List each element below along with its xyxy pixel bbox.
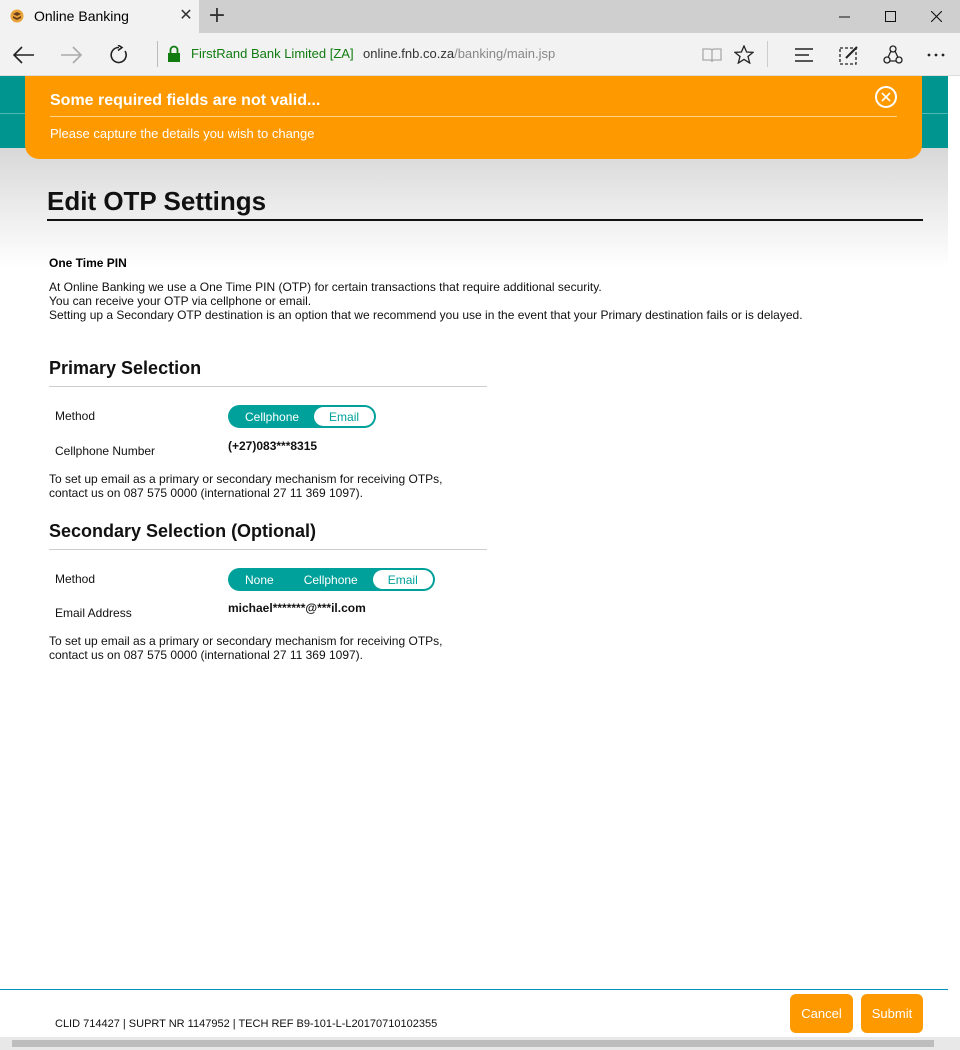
primary-note: To set up email as a primary or secondar… — [49, 472, 442, 500]
secondary-option-cellphone[interactable]: Cellphone — [289, 570, 373, 589]
alert-close-icon[interactable] — [875, 86, 897, 108]
primary-option-cellphone[interactable]: Cellphone — [230, 407, 314, 426]
alert-message: Please capture the details you wish to c… — [50, 126, 315, 141]
note-line: contact us on 087 575 0000 (internationa… — [49, 486, 364, 500]
primary-method-label: Method — [55, 409, 96, 423]
horizontal-scrollbar[interactable] — [0, 1037, 960, 1050]
validation-alert: Some required fields are not valid... Pl… — [25, 76, 922, 159]
primary-selection-title: Primary Selection — [49, 358, 202, 378]
footer-divider — [0, 989, 948, 990]
title-divider — [47, 219, 923, 221]
new-tab-icon[interactable]: + — [206, 3, 228, 28]
browser-tab[interactable]: Online Banking ✕ — [0, 0, 199, 33]
reading-view-icon[interactable] — [697, 33, 727, 76]
intro-line: At Online Banking we use a One Time PIN … — [49, 280, 602, 294]
submit-button[interactable]: Submit — [861, 994, 923, 1033]
primary-method-toggle: Cellphone Email — [228, 405, 377, 428]
email-address-label: Email Address — [55, 606, 132, 620]
tab-close-icon[interactable]: ✕ — [177, 5, 195, 25]
hub-icon[interactable] — [789, 33, 819, 76]
otp-heading: One Time PIN — [49, 256, 127, 270]
alert-title: Some required fields are not valid... — [50, 92, 321, 109]
secondary-divider — [49, 549, 487, 550]
secondary-selection-title: Secondary Selection (Optional) — [49, 521, 317, 541]
secondary-option-email[interactable]: Email — [372, 570, 433, 589]
url-domain: online.fnb.co.za — [363, 46, 455, 61]
address-bar: FirstRand Bank Limited [ZA] online.fnb.c… — [0, 33, 960, 76]
forward-icon[interactable] — [55, 33, 87, 76]
secondary-note: To set up email as a primary or secondar… — [49, 634, 442, 662]
intro-line: You can receive your OTP via cellphone o… — [49, 294, 312, 308]
secondary-option-none[interactable]: None — [230, 570, 289, 589]
intro-line: Setting up a Secondary OTP destination i… — [49, 308, 803, 322]
footer-reference: CLID 714427 | SUPRT NR 1147952 | TECH RE… — [55, 1018, 438, 1030]
back-icon[interactable] — [8, 33, 40, 76]
cellphone-number-value: (+27)083***8315 — [228, 439, 318, 453]
maximize-icon[interactable] — [867, 0, 913, 33]
page-title: Edit OTP Settings — [47, 186, 267, 216]
note-line: contact us on 087 575 0000 (internationa… — [49, 648, 364, 662]
primary-option-email[interactable]: Email — [314, 407, 375, 426]
alert-divider — [50, 116, 897, 117]
lock-icon[interactable] — [167, 45, 181, 63]
browser-tab-bar: Online Banking ✕ + — [0, 0, 960, 33]
toolbar-separator — [767, 41, 768, 67]
minimize-icon[interactable] — [821, 0, 867, 33]
secondary-method-label: Method — [55, 572, 96, 586]
site-identity[interactable]: FirstRand Bank Limited [ZA] — [191, 46, 354, 61]
address-separator — [157, 41, 158, 67]
more-icon[interactable] — [921, 33, 951, 76]
favorite-star-icon[interactable] — [729, 33, 759, 76]
url-path: /banking/main.jsp — [454, 46, 556, 61]
fnb-favicon-icon — [10, 9, 24, 23]
cellphone-number-label: Cellphone Number — [55, 444, 156, 458]
refresh-icon[interactable] — [103, 33, 135, 76]
secondary-method-toggle: None Cellphone Email — [228, 568, 435, 591]
note-line: To set up email as a primary or secondar… — [49, 472, 443, 486]
email-address-value: michael*******@***il.com — [228, 601, 366, 615]
tab-title: Online Banking — [34, 8, 129, 24]
intro-text: At Online Banking we use a One Time PIN … — [49, 280, 803, 322]
horizontal-scrollbar-thumb[interactable] — [12, 1040, 934, 1047]
url-field[interactable]: online.fnb.co.za/banking/main.jsp — [363, 46, 555, 61]
vertical-scrollbar[interactable] — [948, 76, 960, 1050]
cancel-button[interactable]: Cancel — [790, 994, 853, 1033]
web-note-icon[interactable] — [834, 33, 864, 76]
window-close-icon[interactable] — [913, 0, 959, 33]
share-icon[interactable] — [878, 33, 908, 76]
primary-divider — [49, 386, 487, 387]
note-line: To set up email as a primary or secondar… — [49, 634, 443, 648]
